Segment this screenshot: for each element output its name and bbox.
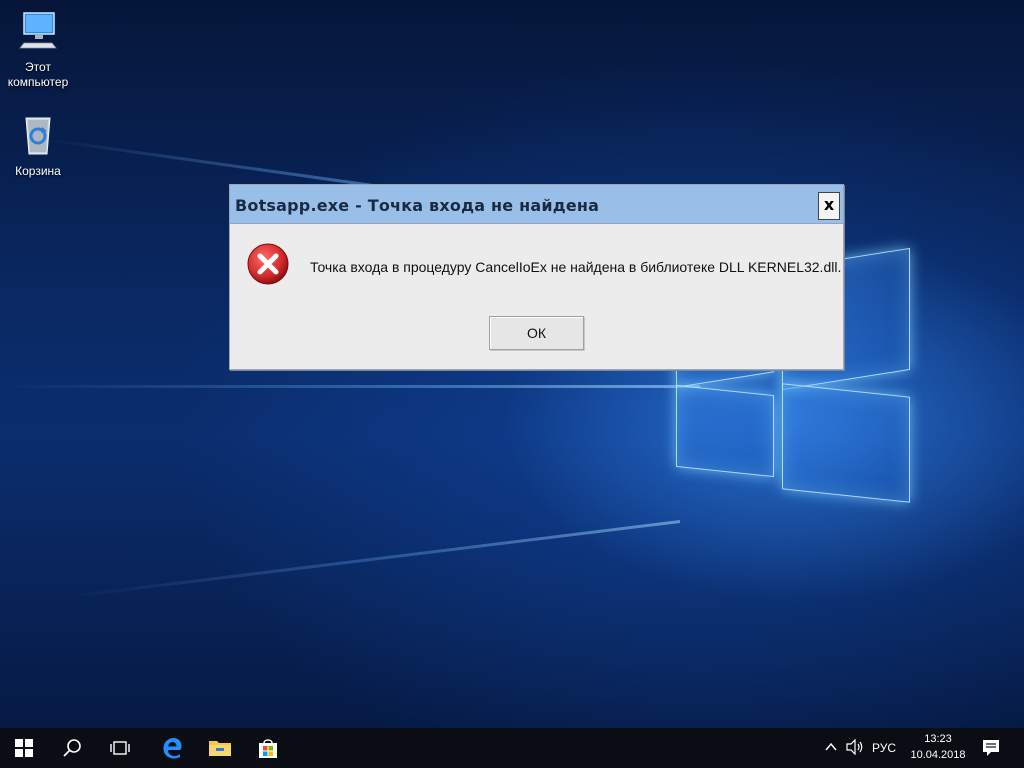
- desktop-icon-label: компьютер: [7, 75, 69, 89]
- store-icon: [259, 739, 277, 758]
- dialog-titlebar[interactable]: Botsapp.exe - Точка входа не найдена x: [230, 185, 843, 224]
- store-button[interactable]: [244, 728, 292, 768]
- volume-button[interactable]: [846, 738, 864, 760]
- desktop-icon-label: Корзина: [15, 164, 61, 178]
- notifications-icon: [983, 740, 999, 756]
- close-button[interactable]: x: [818, 192, 840, 220]
- edge-button[interactable]: [148, 728, 196, 768]
- wallpaper-light-beam: [64, 520, 681, 599]
- wallpaper-logo-pane: [676, 384, 774, 478]
- search-button[interactable]: [48, 728, 96, 768]
- volume-icon: [846, 738, 863, 756]
- show-hidden-icons-button[interactable]: [824, 740, 838, 759]
- taskbar: РУС 13:23 10.04.2018: [0, 728, 1024, 768]
- dialog-title: Botsapp.exe - Точка входа не найдена: [235, 196, 600, 215]
- desktop-icon-label: Этот: [25, 60, 51, 74]
- clock-time: 13:23: [924, 733, 952, 745]
- start-icon: [15, 739, 33, 757]
- this-pc-icon: [0, 8, 76, 56]
- recycle-bin-icon: [0, 112, 76, 160]
- start-button[interactable]: [0, 728, 48, 768]
- wallpaper-logo-pane: [782, 383, 910, 503]
- error-dialog: Botsapp.exe - Точка входа не найдена x Т…: [229, 184, 844, 370]
- edge-icon: [163, 738, 182, 759]
- clock-date: 10.04.2018: [910, 749, 966, 761]
- ok-button[interactable]: ОК: [489, 316, 584, 350]
- error-icon: [246, 242, 290, 291]
- desktop-icon-this-pc[interactable]: Этот компьютер: [0, 8, 76, 90]
- dialog-message: Точка входа в процедуру CancelIoEx не на…: [310, 259, 842, 275]
- chevron-up-icon: [825, 742, 837, 751]
- search-icon: [63, 739, 81, 757]
- file-explorer-icon: [209, 741, 231, 756]
- wallpaper-light-beam: [0, 385, 700, 388]
- file-explorer-button[interactable]: [196, 728, 244, 768]
- action-center-button[interactable]: [982, 739, 1000, 762]
- desktop-icon-recycle-bin[interactable]: Корзина: [0, 112, 76, 179]
- task-view-icon: [110, 741, 130, 755]
- language-indicator[interactable]: РУС: [872, 741, 896, 755]
- task-view-button[interactable]: [96, 728, 144, 768]
